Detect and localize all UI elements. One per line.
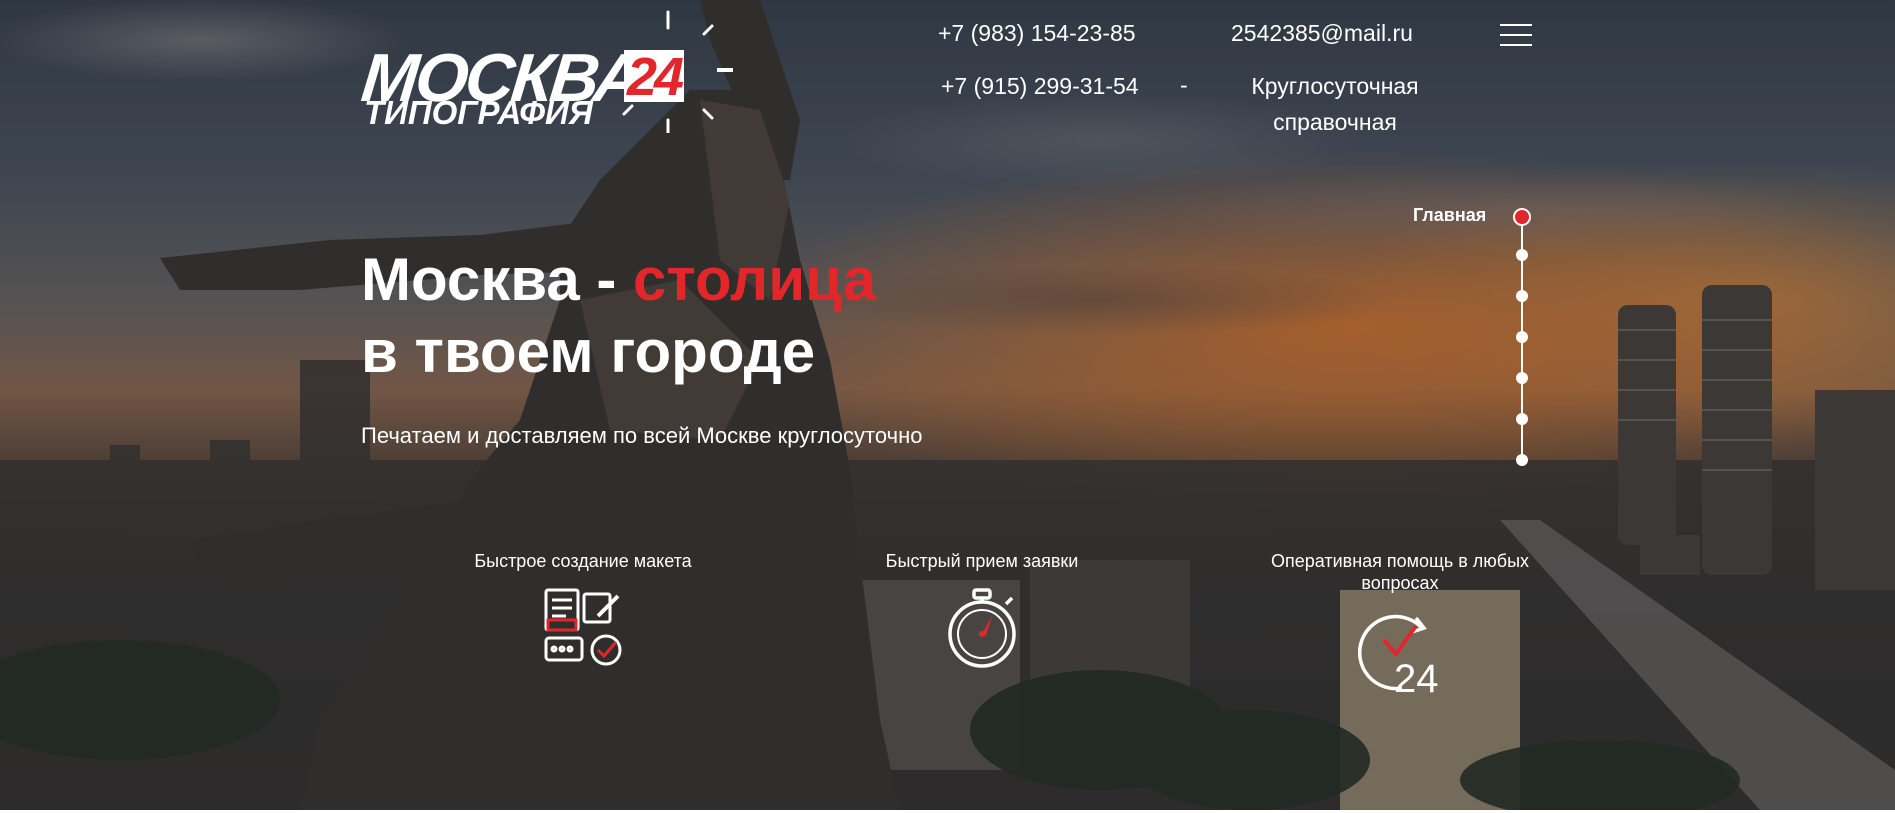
layout-design-icon	[544, 588, 622, 666]
sidenav-dot[interactable]	[1516, 331, 1528, 343]
feature-layout: Быстрое создание макета	[453, 550, 713, 666]
clock-24-icon: 24	[1358, 614, 1439, 696]
email-link[interactable]: 2542385@mail.ru	[1231, 18, 1413, 48]
svg-text:24: 24	[1394, 657, 1439, 696]
feature-title: Быстрое создание макета	[474, 551, 692, 571]
hero-title: Москва - столица в твоем городе	[361, 244, 876, 388]
feature-support: Оперативная помощь в любых вопросах 24	[1270, 550, 1530, 696]
menu-bar-icon	[1500, 34, 1532, 36]
sidenav-dot-home[interactable]	[1513, 208, 1531, 226]
stopwatch-icon	[948, 588, 1016, 668]
hero-subtitle: Печатаем и доставляем по всей Москве кру…	[361, 423, 923, 448]
hero-title-part-1: Москва -	[361, 246, 634, 313]
contact-separator: -	[1180, 72, 1188, 98]
overlay-shade	[0, 0, 1895, 810]
menu-bar-icon	[1500, 44, 1532, 46]
logo-rays-icon	[622, 10, 714, 133]
feature-title: Быстрый прием заявки	[885, 551, 1079, 571]
hero-section	[0, 0, 1895, 810]
menu-bar-icon	[1500, 24, 1532, 26]
support-label: Круглосуточная справочная	[1235, 68, 1435, 140]
feature-request: Быстрый прием заявки	[852, 550, 1112, 670]
phone-2-link[interactable]: +7 (915) 299-31-54	[941, 71, 1139, 101]
support-label-line-2: справочная	[1273, 109, 1397, 135]
sidenav-dot[interactable]	[1516, 290, 1528, 302]
hamburger-menu-button[interactable]	[1500, 22, 1534, 48]
sidenav-dot[interactable]	[1516, 372, 1528, 384]
sidenav-active-label[interactable]: Главная	[1413, 205, 1486, 226]
sidenav-dot[interactable]	[1516, 454, 1528, 466]
phone-1-link[interactable]: +7 (983) 154-23-85	[938, 18, 1136, 48]
hero-title-line-1: Москва - столица	[361, 244, 876, 316]
support-label-line-1: Круглосуточная	[1251, 73, 1419, 99]
sidenav-dot[interactable]	[1516, 249, 1528, 261]
logo-subtitle: ТИПОГРАФИЯ	[364, 94, 593, 131]
feature-title: Оперативная помощь в любых вопросах	[1270, 551, 1530, 593]
hero-title-highlight: столица	[633, 246, 877, 313]
sidenav-dot[interactable]	[1516, 413, 1528, 425]
hero-title-line-2: в твоем городе	[361, 318, 816, 385]
